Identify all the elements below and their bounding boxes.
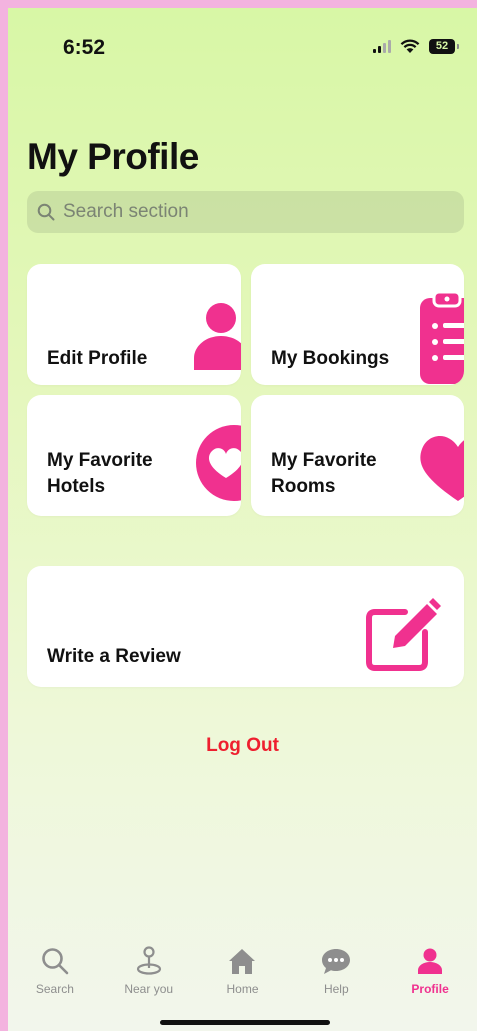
tab-profile[interactable]: Profile [383,946,477,1006]
favorite-rooms-line1: My Favorite [271,450,377,471]
search-icon [37,203,55,221]
tab-home-label: Home [226,982,259,996]
write-review-label: Write a Review [47,646,181,667]
chat-bubble-icon [322,949,351,974]
favorite-rooms-label: My Favorite Rooms [271,448,377,500]
my-bookings-label: My Bookings [271,348,390,369]
heart-icon [420,436,464,501]
edit-profile-card[interactable]: Edit Profile [27,264,241,385]
page-title: My Profile [27,136,199,177]
tab-help[interactable]: Help [289,946,383,1006]
heart-badge-icon [196,425,241,501]
search-placeholder: Search section [63,201,189,222]
clipboard-list-icon [420,292,464,384]
search-icon [42,948,69,975]
map-pin-icon [136,946,161,975]
search-input[interactable]: Search section [27,191,464,233]
favorite-rooms-card[interactable]: My Favorite Rooms [251,395,464,516]
edit-square-icon [366,598,441,671]
person-icon [418,948,443,974]
tab-search[interactable]: Search [8,946,102,1006]
wifi-icon [400,39,420,53]
tab-help-label: Help [323,982,349,996]
favorite-rooms-line2: Rooms [271,476,336,497]
favorite-hotels-line2: Hotels [47,476,106,497]
status-icons: 52 [373,38,459,54]
tab-near-you[interactable]: Near you [102,946,196,1006]
tab-near-you-label: Near you [124,982,174,996]
tab-search-label: Search [35,982,74,996]
favorite-hotels-line1: My Favorite [47,450,153,471]
home-indicator [160,1020,330,1025]
signal-icon [373,39,391,53]
tab-bar: Search Near you Home Help Profile [8,946,477,1006]
status-time: 6:52 [63,36,106,59]
my-bookings-card[interactable]: My Bookings [251,264,464,385]
edit-profile-label: Edit Profile [47,348,148,369]
tab-home[interactable]: Home [196,946,290,1006]
screen: 6:52 52 My Profile Search section Edit P… [8,8,477,1031]
favorite-hotels-label: My Favorite Hotels [47,448,153,500]
tab-profile-label: Profile [411,982,449,996]
logout-button[interactable]: Log Out [8,735,477,757]
write-review-card[interactable]: Write a Review [27,566,464,687]
battery-icon: 52 [429,38,459,54]
home-icon [229,949,256,974]
favorite-hotels-card[interactable]: My Favorite Hotels [27,395,241,516]
person-icon [194,303,241,370]
